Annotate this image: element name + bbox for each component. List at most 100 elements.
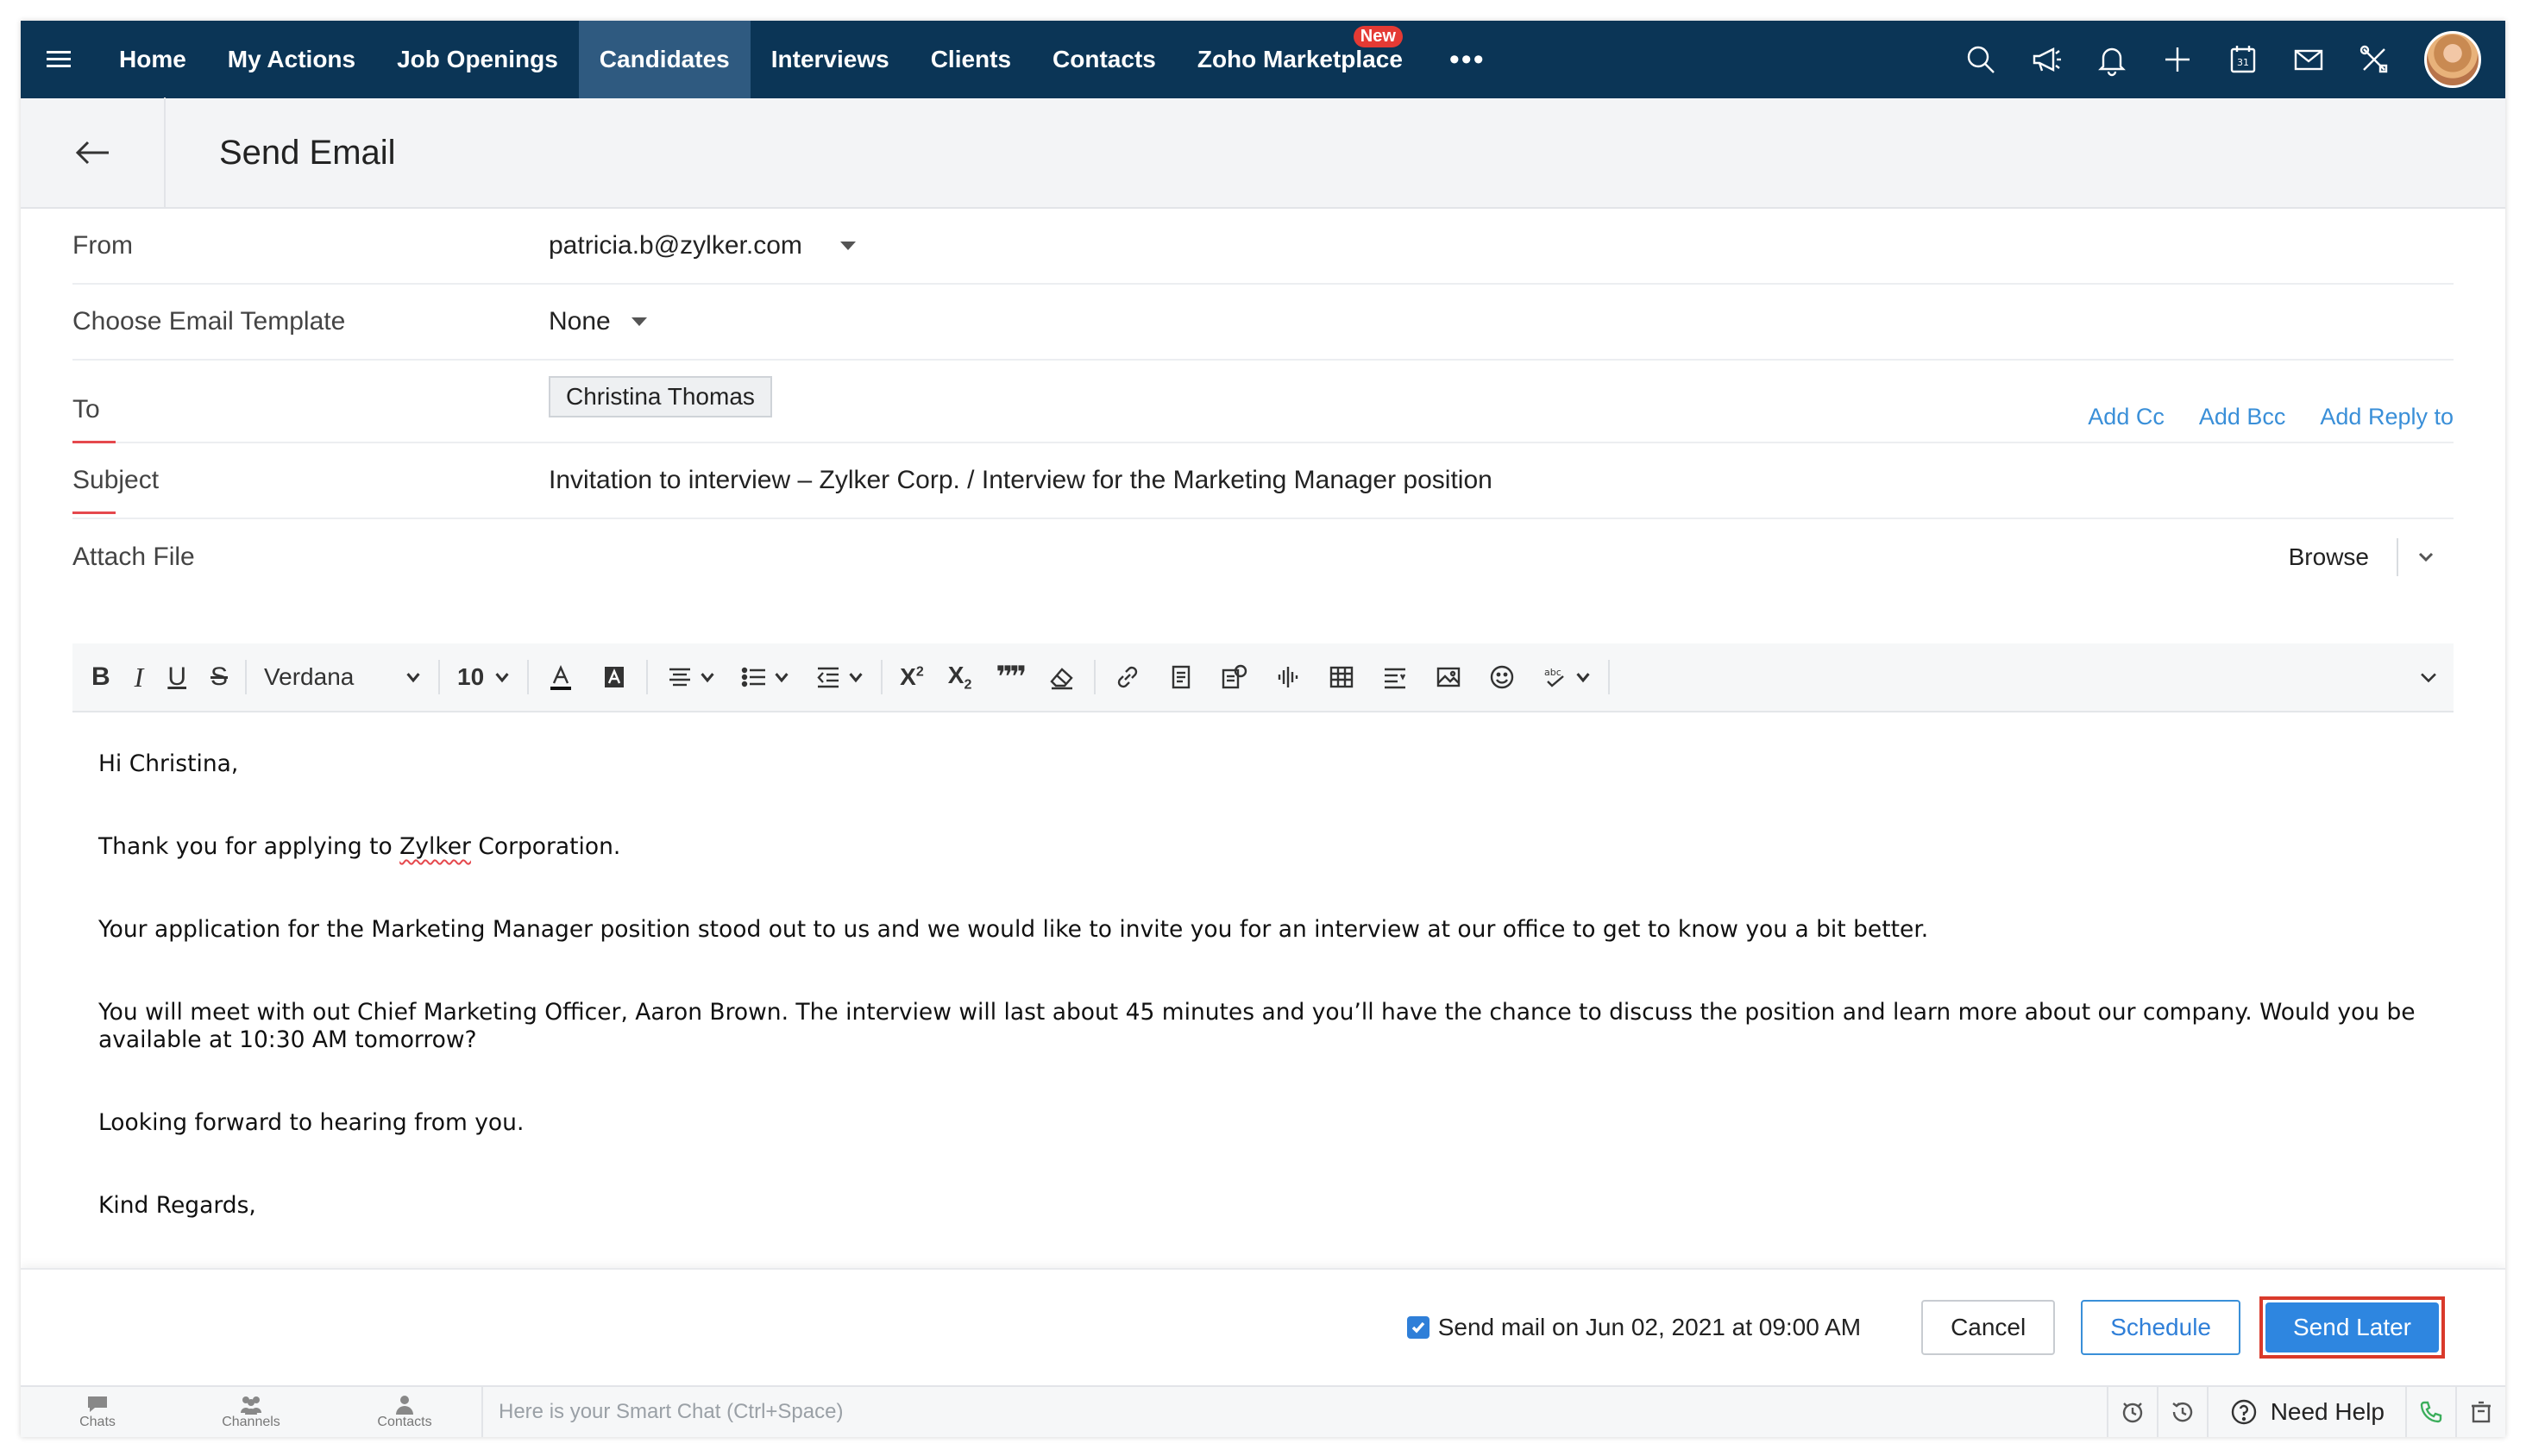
- bullet-list-icon[interactable]: [727, 643, 801, 712]
- body-paragraph: Looking forward to hearing from you.: [98, 1109, 525, 1136]
- calendar-day: 31: [2237, 57, 2249, 68]
- chats-label: Chats: [79, 1415, 116, 1429]
- highlight-color-icon[interactable]: [588, 643, 641, 712]
- emoji-icon[interactable]: [1475, 643, 1529, 712]
- contacts-tab[interactable]: Contacts: [328, 1386, 481, 1437]
- subscript-icon[interactable]: X2: [936, 643, 984, 712]
- spellcheck-icon[interactable]: abc: [1529, 643, 1603, 712]
- nav-interviews[interactable]: Interviews: [751, 21, 910, 98]
- insert-template-icon[interactable]: [1208, 643, 1261, 712]
- italic-icon[interactable]: I: [123, 643, 156, 712]
- contacts-label: Contacts: [377, 1415, 432, 1429]
- table-icon[interactable]: [1315, 643, 1368, 712]
- from-select[interactable]: patricia.b@zylker.com: [549, 231, 856, 260]
- history-icon[interactable]: [2156, 1386, 2207, 1437]
- toolbar-divider: [1094, 660, 1096, 694]
- chevron-down-icon: [495, 673, 509, 683]
- body-paragraph: Thank you for applying to Zylker Corpora…: [98, 833, 2428, 861]
- chevron-down-icon: [775, 673, 789, 683]
- nav-clients[interactable]: Clients: [910, 21, 1032, 98]
- body-text: Thank you for applying to: [98, 833, 400, 860]
- audio-wave-icon[interactable]: [1261, 643, 1315, 712]
- send-mail-checkbox[interactable]: [1406, 1316, 1430, 1339]
- editor-toolbar: B I U S Verdana 10 X2 X2 ❞❞ abc: [72, 643, 2454, 712]
- new-badge: New: [1353, 26, 1403, 47]
- search-icon[interactable]: [1948, 21, 2014, 98]
- nav-zoho-marketplace[interactable]: Zoho Marketplace New: [1177, 21, 1423, 98]
- subject-label: Subject: [72, 466, 549, 514]
- group-icon: [241, 1396, 261, 1415]
- link-icon[interactable]: [1101, 643, 1154, 712]
- alarm-clock-icon[interactable]: [2106, 1386, 2157, 1437]
- cancel-button[interactable]: Cancel: [1921, 1300, 2056, 1355]
- send-mail-option[interactable]: Send mail on Jun 02, 2021 at 09:00 AM: [1406, 1314, 1862, 1341]
- nav-home[interactable]: Home: [98, 21, 207, 98]
- indent-icon[interactable]: [801, 643, 876, 712]
- blockquote-icon[interactable]: ❞❞: [983, 643, 1035, 712]
- align-icon[interactable]: [653, 643, 727, 712]
- recipient-chip[interactable]: Christina Thomas: [549, 376, 772, 417]
- tools-icon[interactable]: [2341, 21, 2407, 98]
- bell-icon[interactable]: [2079, 21, 2145, 98]
- bold-icon[interactable]: B: [79, 643, 123, 712]
- chat-bar: Chats Channels Contacts Here is your Sma…: [21, 1385, 2505, 1437]
- nav-my-actions[interactable]: My Actions: [207, 21, 376, 98]
- chevron-down-icon: [406, 673, 420, 683]
- toolbar-divider: [438, 660, 441, 694]
- toolbar-divider: [245, 660, 248, 694]
- need-help-button[interactable]: Need Help: [2206, 1386, 2405, 1437]
- back-arrow-icon[interactable]: [21, 97, 166, 208]
- add-bcc-link[interactable]: Add Bcc: [2199, 404, 2286, 430]
- send-mail-text: Send mail on Jun 02, 2021 at 09:00 AM: [1437, 1314, 1862, 1340]
- send-later-button[interactable]: Send Later: [2265, 1302, 2439, 1352]
- attach-label: Attach File: [72, 543, 195, 571]
- calendar-icon[interactable]: 31: [2210, 21, 2276, 98]
- superscript-icon[interactable]: X2: [888, 643, 936, 712]
- font-color-icon[interactable]: [534, 643, 588, 712]
- chevron-down-icon: [631, 317, 647, 326]
- menu-icon[interactable]: [21, 21, 98, 98]
- chevron-down-icon[interactable]: [2398, 546, 2454, 568]
- send-later-highlight: Send Later: [2259, 1296, 2445, 1359]
- phone-icon[interactable]: [2405, 1386, 2455, 1437]
- body-greeting: Hi Christina,: [98, 750, 239, 777]
- image-icon[interactable]: [1422, 643, 1475, 712]
- add-cc-link[interactable]: Add Cc: [2088, 404, 2165, 430]
- recipient-options: Add Cc Add Bcc Add Reply to: [2088, 404, 2454, 430]
- top-navigation: Home My Actions Job Openings Candidates …: [21, 21, 2505, 98]
- eraser-icon[interactable]: [1035, 643, 1089, 712]
- email-body-editor[interactable]: Hi Christina, Thank you for applying to …: [72, 712, 2454, 1282]
- from-row: From patricia.b@zylker.com: [72, 209, 2454, 285]
- nav-candidates[interactable]: Candidates: [578, 21, 751, 98]
- underline-icon[interactable]: U: [155, 643, 198, 712]
- smart-chat-input[interactable]: Here is your Smart Chat (Ctrl+Space): [481, 1386, 2107, 1437]
- add-reply-to-link[interactable]: Add Reply to: [2320, 404, 2454, 430]
- more-menu-icon[interactable]: •••: [1423, 43, 1511, 77]
- chats-tab[interactable]: Chats: [21, 1386, 174, 1437]
- user-avatar[interactable]: [2424, 31, 2481, 88]
- mail-icon[interactable]: [2276, 21, 2341, 98]
- attach-control: Browse: [2289, 538, 2454, 576]
- chevron-down-icon: [839, 242, 856, 250]
- to-field[interactable]: Christina Thomas: [549, 376, 772, 417]
- font-size-select[interactable]: 10: [445, 643, 522, 712]
- line-spacing-icon[interactable]: [1368, 643, 1422, 712]
- subject-input[interactable]: Invitation to interview – Zylker Corp. /…: [549, 466, 1492, 495]
- browse-button[interactable]: Browse: [2289, 538, 2398, 576]
- nav-zoho-marketplace-label: Zoho Marketplace: [1197, 46, 1403, 72]
- schedule-button[interactable]: Schedule: [2081, 1300, 2240, 1355]
- strikethrough-icon[interactable]: S: [198, 643, 240, 712]
- channels-tab[interactable]: Channels: [174, 1386, 328, 1437]
- font-family-select[interactable]: Verdana: [252, 643, 433, 712]
- chevron-down-icon: [1576, 673, 1590, 683]
- toolbar-divider: [881, 660, 883, 694]
- document-icon[interactable]: [1154, 643, 1208, 712]
- template-select[interactable]: None: [549, 307, 647, 336]
- megaphone-icon[interactable]: [2014, 21, 2079, 98]
- plus-icon[interactable]: [2145, 21, 2210, 98]
- archive-icon[interactable]: [2455, 1386, 2505, 1437]
- nav-contacts[interactable]: Contacts: [1032, 21, 1177, 98]
- nav-job-openings[interactable]: Job Openings: [376, 21, 579, 98]
- toolbar-collapse-icon[interactable]: [2403, 643, 2454, 712]
- toolbar-divider: [1608, 660, 1611, 694]
